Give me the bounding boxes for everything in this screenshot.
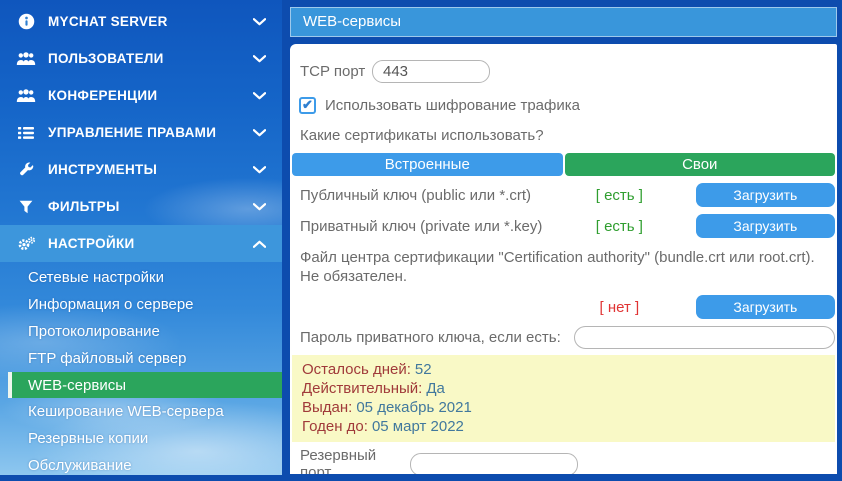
encryption-checkbox[interactable] [299, 97, 316, 114]
tcp-port-row: TCP порт [300, 58, 835, 84]
submenu-item-logging[interactable]: Протоколирование [0, 318, 282, 345]
sidebar-item-tools[interactable]: ИНСТРУМЕНТЫ [0, 151, 282, 188]
cert-issued-line: Выдан: 05 декабрь 2021 [302, 398, 825, 417]
ca-file-note-line1: Файл центра сертификации "Certification … [300, 249, 815, 266]
cert-expires-label: Годен до: [302, 418, 368, 435]
chevron-down-icon [253, 202, 266, 211]
chevron-down-icon [253, 17, 266, 26]
private-key-row: Приватный ключ (private или *.key) [ ест… [300, 214, 836, 238]
cert-valid-line: Действительный: Да [302, 379, 825, 398]
filter-icon [14, 200, 38, 214]
settings-submenu: Сетевые настройки Информация о сервере П… [0, 264, 282, 475]
cert-issued-value: 05 декабрь 2021 [356, 399, 472, 416]
sidebar-item-label: ИНСТРУМЕНТЫ [48, 162, 158, 177]
chevron-down-icon [253, 165, 266, 174]
submenu-item-web-cache[interactable]: Кеширование WEB-сервера [0, 398, 282, 425]
private-key-password-row: Пароль приватного ключа, если есть: [300, 326, 835, 349]
upload-ca-file-button[interactable]: Загрузить [695, 295, 836, 319]
chevron-down-icon [253, 91, 266, 100]
cert-valid-label: Действительный: [302, 380, 423, 397]
sidebar-item-label: ПОЛЬЗОВАТЕЛИ [48, 51, 164, 66]
tcp-port-label: TCP порт [300, 62, 366, 80]
tcp-port-input[interactable] [372, 59, 490, 83]
submenu-item-backups[interactable]: Резервные копии [0, 425, 282, 452]
ca-file-row: [ нет ] Загрузить [300, 295, 836, 319]
chevron-down-icon [253, 128, 266, 137]
ca-file-note-line2: Не обязателен. [300, 268, 408, 285]
public-key-label: Публичный ключ (public или *.crt) [300, 186, 532, 204]
upload-private-key-button[interactable]: Загрузить [695, 214, 836, 238]
sidebar-item-conferences[interactable]: КОНФЕРЕНЦИИ [0, 77, 282, 114]
sidebar-item-label: УПРАВЛЕНИЕ ПРАВАМИ [48, 125, 217, 140]
main-content: WEB-сервисы TCP порт Использовать шифров… [282, 0, 842, 481]
gears-icon [14, 236, 38, 252]
web-services-panel: TCP порт Использовать шифрование трафика… [290, 44, 837, 474]
list-icon [14, 126, 38, 140]
sidebar-item-rights-management[interactable]: УПРАВЛЕНИЕ ПРАВАМИ [0, 114, 282, 151]
certificate-info-box: Осталось дней: 52 Действительный: Да Выдан… [292, 355, 835, 442]
cert-days-left-line: Осталось дней: 52 [302, 360, 825, 379]
sidebar-item-label: ФИЛЬТРЫ [48, 199, 120, 214]
conference-icon [14, 88, 38, 103]
tab-custom-certificates[interactable]: Свои [564, 153, 835, 176]
info-icon [14, 13, 38, 30]
sidebar-item-mychat-server[interactable]: MYCHAT SERVER [0, 3, 282, 40]
chevron-up-icon [253, 240, 266, 248]
reserve-port-input[interactable] [410, 452, 578, 474]
public-key-row: Публичный ключ (public или *.crt) [ есть… [300, 183, 836, 207]
upload-public-key-button[interactable]: Загрузить [695, 183, 836, 207]
cert-issued-label: Выдан: [302, 399, 353, 416]
cert-days-left-value: 52 [414, 361, 432, 378]
sidebar-item-label: КОНФЕРЕНЦИИ [48, 88, 158, 103]
sidebar-item-users[interactable]: ПОЛЬЗОВАТЕЛИ [0, 40, 282, 77]
sidebar-item-label: MYCHAT SERVER [48, 14, 168, 29]
certificates-question: Какие сертификаты использовать? [300, 127, 544, 144]
wrench-icon [14, 162, 38, 177]
mychat-admin-app: MYCHAT SERVER ПОЛЬЗОВАТЕЛИ КОНФЕРЕНЦИИ У… [0, 0, 842, 481]
submenu-item-server-info[interactable]: Информация о сервере [0, 291, 282, 318]
chevron-down-icon [253, 54, 266, 63]
submenu-item-network-settings[interactable]: Сетевые настройки [0, 264, 282, 291]
cert-expires-line: Годен до: 05 март 2022 [302, 417, 825, 436]
ca-file-status: [ нет ] [599, 298, 640, 316]
private-key-password-input[interactable] [574, 326, 835, 349]
private-key-label: Приватный ключ (private или *.key) [300, 217, 543, 235]
users-icon [14, 51, 38, 66]
cert-days-left-label: Осталось дней: [302, 361, 411, 378]
ca-file-note: Файл центра сертификации "Certification … [300, 248, 835, 286]
encryption-row: Использовать шифрование трафика [299, 97, 835, 114]
submenu-item-ftp-file-server[interactable]: FTP файловый сервер [0, 345, 282, 372]
sidebar: MYCHAT SERVER ПОЛЬЗОВАТЕЛИ КОНФЕРЕНЦИИ У… [0, 0, 282, 475]
encryption-label: Использовать шифрование трафика [325, 97, 580, 114]
private-key-password-label: Пароль приватного ключа, если есть: [300, 329, 561, 346]
sidebar-item-filters[interactable]: ФИЛЬТРЫ [0, 188, 282, 225]
reserve-port-label: Резервный порт [300, 447, 377, 474]
submenu-item-maintenance[interactable]: Обслуживание [0, 452, 282, 475]
tab-builtin-certificates[interactable]: Встроенные [292, 153, 563, 176]
reserve-port-row: Резервный порт [300, 447, 835, 474]
cert-expires-value: 05 март 2022 [371, 418, 464, 435]
sidebar-item-label: НАСТРОЙКИ [48, 236, 135, 251]
cert-valid-value: Да [426, 380, 445, 397]
page-title: WEB-сервисы [290, 7, 837, 37]
submenu-item-web-services[interactable]: WEB-сервисы [8, 372, 282, 398]
public-key-status: [ есть ] [595, 186, 643, 204]
sidebar-item-settings[interactable]: НАСТРОЙКИ [0, 225, 282, 262]
private-key-status: [ есть ] [595, 217, 643, 235]
certificate-tabs: Встроенные Свои [292, 153, 835, 176]
